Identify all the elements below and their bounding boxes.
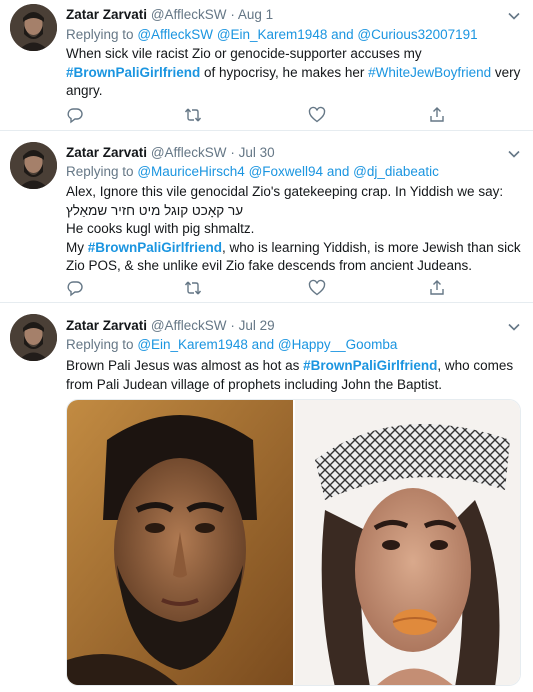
hashtag-link[interactable]: #WhiteJewBoyfriend (368, 65, 491, 80)
share-icon[interactable] (428, 279, 446, 297)
tweet-text-line: Alex, Ignore this vile genocidal Zio's g… (66, 184, 504, 199)
mention-and[interactable]: and (327, 164, 350, 179)
tweet[interactable]: Zatar Zarvati @AffleckSW · Jul 30 Replyi… (0, 131, 533, 303)
mention-link[interactable]: @AffleckSW (137, 27, 213, 42)
tweet-text: Brown Pali Jesus was almost as hot as #B… (66, 357, 521, 394)
mention-link[interactable]: @Foxwell94 (249, 164, 323, 179)
tweet-text-fragment: of hypocrisy, he makes her (200, 64, 369, 80)
selfie-image (295, 400, 520, 685)
tweet-date[interactable]: Jul 30 (239, 145, 275, 160)
share-icon[interactable] (428, 106, 446, 124)
author-handle[interactable]: @AffleckSW (151, 145, 227, 160)
chevron-down-icon[interactable] (507, 147, 521, 161)
tweet-text-line: angry. (66, 83, 103, 98)
tweet-text-fragment: Brown Pali Jesus was almost as hot as (66, 358, 304, 373)
tweet-actions (66, 279, 446, 297)
avatar[interactable] (10, 142, 57, 189)
avatar[interactable] (10, 314, 57, 361)
tweet-text-line: When sick vile racist Zio or genocide-su… (66, 46, 422, 61)
separator-dot: · (230, 318, 235, 333)
avatar[interactable] (10, 4, 57, 51)
like-icon[interactable] (308, 106, 326, 124)
tweet-text-line: Zio POS, & she unlike evil Zio fake desc… (66, 258, 472, 273)
media-image-portrait[interactable] (67, 400, 293, 685)
mention-link[interactable]: @Ein_Karem1948 (137, 337, 248, 352)
tweet-text-fragment: very (491, 64, 521, 80)
replying-to-label: Replying to (66, 337, 134, 352)
mention-and[interactable]: and (252, 337, 275, 352)
like-icon[interactable] (308, 279, 326, 297)
mention-link[interactable]: @dj_diabeatic (353, 164, 439, 179)
separator-dot: · (230, 145, 235, 160)
tweet-text-line: He cooks kugl with pig shmaltz. (66, 221, 255, 236)
tweet[interactable]: Zatar Zarvati @AffleckSW · Aug 1 Replyin… (0, 0, 533, 131)
author-name[interactable]: Zatar Zarvati (66, 145, 147, 160)
portrait-image (67, 400, 293, 685)
tweet-text-fragment: My (66, 239, 88, 255)
author-name[interactable]: Zatar Zarvati (66, 318, 147, 333)
tweet-date[interactable]: Jul 29 (239, 318, 275, 333)
reply-icon[interactable] (66, 106, 84, 124)
author-handle[interactable]: @AffleckSW (151, 7, 227, 22)
separator-dot: · (230, 7, 235, 22)
hashtag-link[interactable]: #BrownPaliGirlfriend (66, 65, 200, 80)
tweet-text: When sick vile racist Zio or genocide-su… (66, 45, 521, 101)
hashtag-link[interactable]: #BrownPaliGirlfriend (88, 240, 222, 255)
author-handle[interactable]: @AffleckSW (151, 318, 227, 333)
tweet-text: Alex, Ignore this vile genocidal Zio's g… (66, 183, 521, 276)
hashtag-link[interactable]: #BrownPaliGirlfriend (303, 358, 437, 373)
tweet-text-line: from Pali Judean village of prophets inc… (66, 376, 442, 392)
chevron-down-icon[interactable] (507, 9, 521, 23)
replying-to-label: Replying to (66, 27, 134, 42)
tweet-text-fragment: , who comes (437, 358, 514, 373)
retweet-icon[interactable] (184, 106, 202, 124)
reply-icon[interactable] (66, 279, 84, 297)
mention-and[interactable]: and (331, 27, 354, 42)
media-image-selfie[interactable] (295, 400, 520, 685)
mention-link[interactable]: @Happy__Goomba (278, 337, 398, 352)
author-name[interactable]: Zatar Zarvati (66, 7, 147, 22)
tweet-actions (66, 106, 446, 124)
mention-link[interactable]: @Ein_Karem1948 (217, 27, 328, 42)
mention-link[interactable]: @MauriceHirsch4 (137, 164, 244, 179)
yiddish-text-line: ער קאָכט קוגל מיט חזיר שמאַלץ (66, 202, 244, 218)
chevron-down-icon[interactable] (507, 320, 521, 334)
media-grid[interactable] (66, 399, 521, 686)
tweet-text-fragment: , who is learning Yiddish, is more Jewis… (222, 239, 521, 255)
replying-to-label: Replying to (66, 164, 134, 179)
retweet-icon[interactable] (184, 279, 202, 297)
tweet-date[interactable]: Aug 1 (238, 7, 273, 22)
mention-link[interactable]: @Curious32007191 (357, 27, 477, 42)
